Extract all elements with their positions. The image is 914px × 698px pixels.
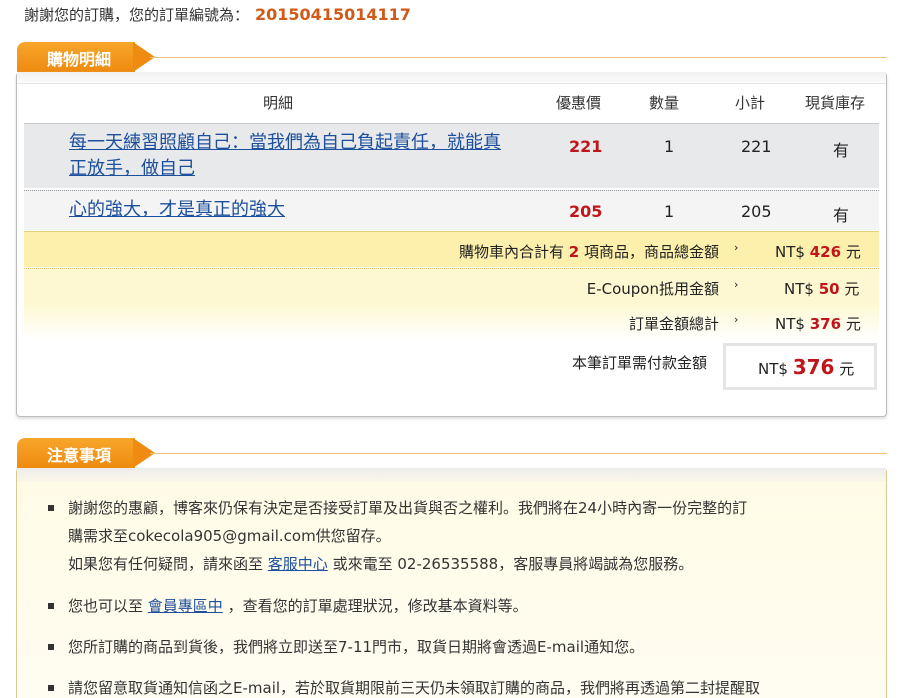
- detail-section-title: 購物明細: [47, 50, 112, 69]
- bullet-icon: [48, 505, 54, 511]
- list-item: 謝謝您的惠顧，博客來仍保有決定是否接受訂單及出貨與否之權利。我們將在24小時內寄…: [48, 494, 848, 578]
- currency-label: NT$: [758, 360, 788, 378]
- order-number: 20150415014117: [255, 5, 411, 24]
- item-stock: 有: [833, 206, 850, 225]
- item-price: 205: [569, 202, 603, 221]
- cart-item-count: 2: [568, 243, 580, 261]
- member-area-link[interactable]: 會員專區中: [148, 597, 223, 615]
- col-header-subtotal: 小計: [735, 94, 766, 112]
- pay-amount: 376: [792, 355, 835, 379]
- detail-section-divider: [150, 57, 887, 58]
- customer-service-link[interactable]: 客服中心: [268, 555, 328, 573]
- coupon-label: E-Coupon抵用金額: [586, 280, 719, 298]
- item-title-link[interactable]: 每一天練習照顧自己：當我們為自己負起責任，就能真 正放手，做自己: [69, 130, 539, 182]
- cart-total-amount: 426: [809, 243, 842, 261]
- cart-total-suffix: 項商品，商品總金額: [583, 243, 719, 261]
- col-header-item: 明細: [263, 94, 294, 112]
- item-qty: 1: [664, 137, 675, 156]
- item-title-link[interactable]: 心的強大，才是真正的強大: [69, 197, 539, 223]
- item-stock: 有: [833, 141, 850, 160]
- pay-amount-box: NT$ 376 元: [723, 343, 877, 390]
- coupon-row: E-Coupon抵用金額 › NT$ 50 元: [24, 268, 879, 304]
- item-subtotal: 221: [741, 137, 772, 156]
- list-item: 您也可以至 會員專區中 ，查看您的訂單處理狀況，修改基本資料等。: [48, 592, 848, 620]
- bullet-icon: [48, 603, 54, 609]
- list-item: 您所訂購的商品到貨後，我們將立即送至7-11門市，取貨日期將會透過E-mail通…: [48, 633, 848, 661]
- order-total-row: 訂單金額總計 › NT$ 376 元: [24, 304, 879, 340]
- unit-label: 元: [845, 315, 861, 333]
- item-price: 221: [569, 137, 603, 156]
- bullet-icon: [48, 644, 54, 650]
- notice-section-divider: [150, 453, 887, 454]
- arrow-icon: ›: [734, 278, 739, 291]
- unit-label: 元: [844, 280, 860, 298]
- thanks-text: 謝謝您的訂購，您的訂單編號為：: [24, 6, 250, 24]
- table-row: 每一天練習照顧自己：當我們為自己負起責任，就能真 正放手，做自己 221 1 22…: [24, 123, 879, 188]
- col-header-stock: 現貨庫存: [805, 94, 866, 112]
- unit-label: 元: [839, 360, 855, 378]
- notice-section-title: 注意事項: [47, 446, 112, 465]
- col-header-price: 優惠價: [556, 94, 602, 112]
- order-total-amount: 376: [809, 315, 842, 333]
- order-detail-topbar: [17, 72, 886, 84]
- notice-topbar: [17, 468, 886, 482]
- col-header-qty: 數量: [649, 94, 680, 112]
- pay-amount-label: 本筆訂單需付款金額: [572, 354, 708, 372]
- coupon-amount: 50: [818, 280, 840, 298]
- unit-label: 元: [845, 243, 861, 261]
- list-item: 請您留意取貨通知信函之E-mail，若於取貨期限前三天仍未領取訂購的商品，我們將…: [48, 674, 848, 698]
- bullet-icon: [48, 685, 54, 691]
- currency-label: NT$: [784, 280, 814, 298]
- order-confirmation: 謝謝您的訂購，您的訂單編號為： 20150415014117: [24, 4, 411, 25]
- cart-total-row: 購物車內合計有 2 項商品，商品總金額 › NT$ 426 元: [24, 231, 879, 267]
- order-total-label: 訂單金額總計: [628, 315, 719, 333]
- currency-label: NT$: [775, 315, 805, 333]
- arrow-icon: ›: [734, 241, 739, 254]
- arrow-icon: ›: [734, 313, 739, 326]
- cart-total-prefix: 購物車內合計有: [458, 243, 564, 261]
- table-row: 心的強大，才是真正的強大 205 1 205 有: [24, 190, 879, 230]
- currency-label: NT$: [775, 243, 805, 261]
- item-qty: 1: [664, 202, 675, 221]
- item-subtotal: 205: [741, 202, 772, 221]
